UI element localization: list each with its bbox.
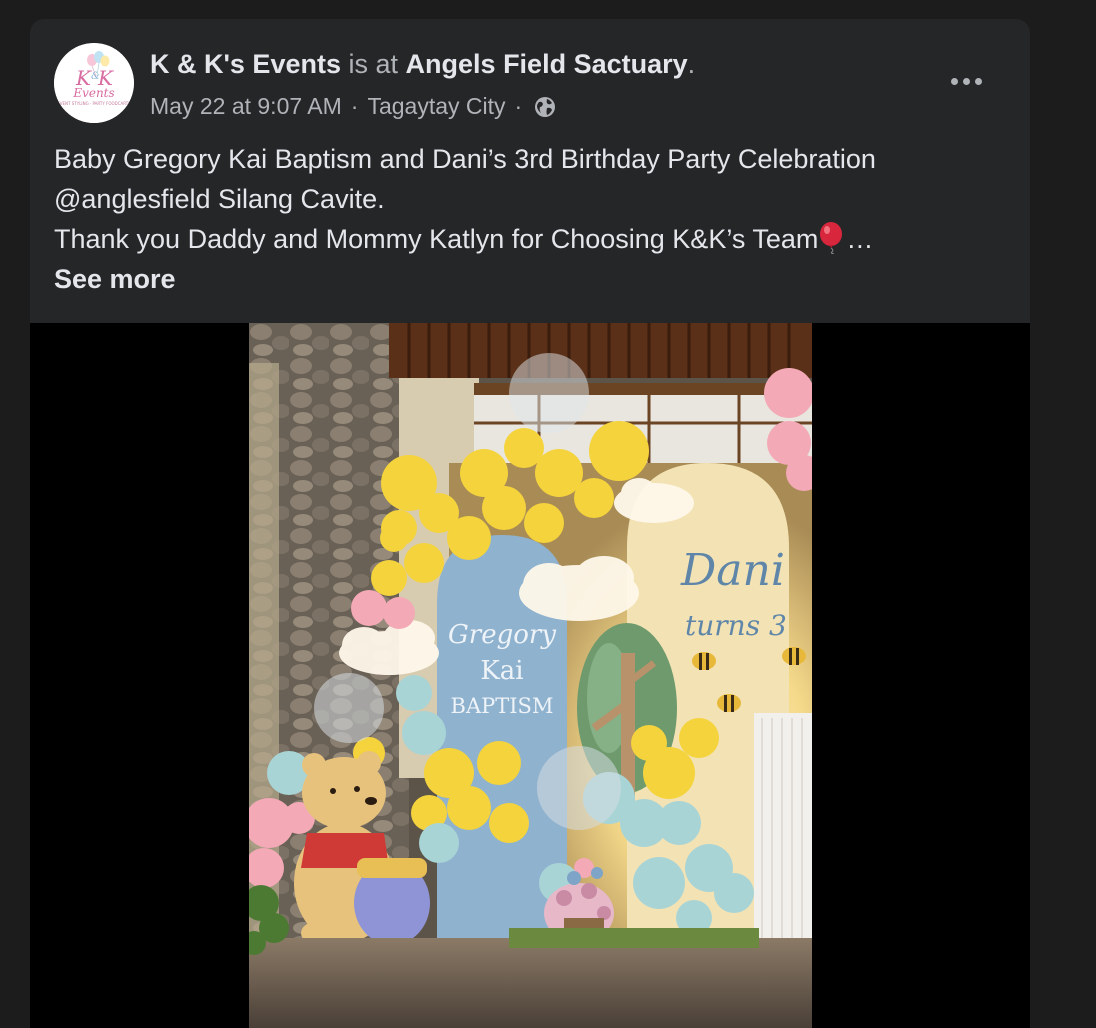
place-link[interactable]: Angels Field Sactuary [406, 49, 688, 79]
brand-logo: K & K Events EVENT STYLING · PARTY FOODC… [54, 43, 134, 123]
is-at-text: is at [348, 49, 399, 79]
post-media[interactable]: Dani turns 3 Gregory Kai BAPTISM [30, 323, 1030, 1028]
svg-text:turns 3: turns 3 [685, 609, 787, 642]
svg-text:Events: Events [72, 86, 114, 100]
svg-text:EVENT STYLING · PARTY FOODCART: EVENT STYLING · PARTY FOODCARTS [57, 101, 131, 106]
location-link[interactable]: Tagaytay City [367, 93, 505, 120]
post-header: K & K Events EVENT STYLING · PARTY FOODC… [54, 43, 1006, 123]
see-more-link[interactable]: See more [54, 264, 176, 294]
post-card: K & K Events EVENT STYLING · PARTY FOODC… [30, 19, 1030, 1028]
author-line: K & K's Events is at Angels Field Sactua… [150, 49, 695, 80]
meta-separator: · [514, 93, 523, 119]
meta-separator: · [350, 93, 359, 119]
post-timestamp[interactable]: May 22 at 9:07 AM [150, 93, 342, 120]
avatar[interactable]: K & K Events EVENT STYLING · PARTY FOODC… [54, 43, 134, 123]
author-name-link[interactable]: K & K's Events [150, 49, 341, 79]
ellipsis: … [846, 224, 874, 254]
post-text-line: Thank you Daddy and Mommy Katlyn for Cho… [54, 224, 819, 254]
svg-text:Kai: Kai [480, 656, 523, 686]
event-photo[interactable]: Dani turns 3 Gregory Kai BAPTISM [249, 323, 812, 1028]
post-meta: May 22 at 9:07 AM · Tagaytay City · [150, 93, 557, 120]
balloon-icon [818, 222, 846, 255]
svg-text:BAPTISM: BAPTISM [451, 694, 554, 718]
svg-text:Dani: Dani [680, 545, 785, 596]
globe-icon[interactable] [533, 95, 557, 119]
more-options-icon [974, 77, 982, 85]
more-options-icon [950, 77, 958, 85]
post-text-line-last: Thank you Daddy and Mommy Katlyn for Cho… [54, 219, 1006, 259]
post-text-line: @anglesfield Silang Cavite. [54, 184, 385, 214]
decor-backdrop-photo: Dani turns 3 Gregory Kai BAPTISM [249, 323, 812, 1028]
more-options-icon [962, 77, 970, 85]
more-options-button[interactable] [942, 61, 990, 101]
period-text: . [687, 49, 696, 79]
svg-text:Gregory: Gregory [448, 620, 556, 650]
post-message: Baby Gregory Kai Baptism and Dani’s 3rd … [54, 139, 1006, 299]
post-text-line: Baby Gregory Kai Baptism and Dani’s 3rd … [54, 144, 876, 174]
